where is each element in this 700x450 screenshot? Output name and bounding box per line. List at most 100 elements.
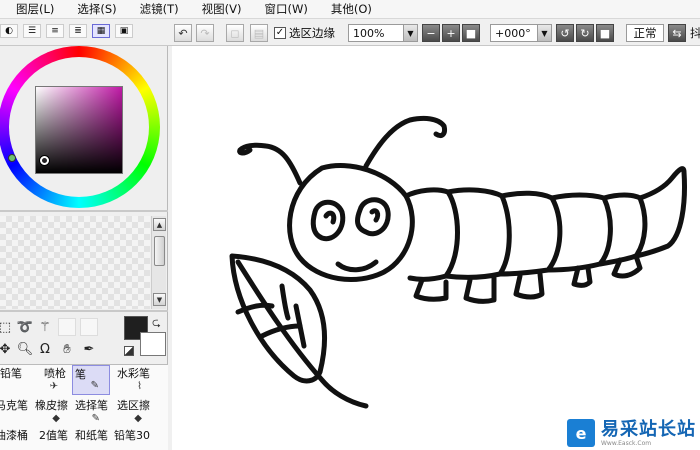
select-pen-icon: ✎ bbox=[91, 413, 100, 424]
right-antenna bbox=[363, 115, 447, 169]
menu-filter[interactable]: 滤镜(T) bbox=[140, 1, 179, 17]
leg bbox=[463, 275, 497, 304]
flip-horizontal-icon[interactable]: ⇆ bbox=[668, 24, 686, 42]
caterpillar-mouth bbox=[335, 259, 379, 273]
empty-tool-slot-icon bbox=[58, 318, 76, 336]
toolbar: ◐ ☰ ≡ ≣ ▦ ▣ ↶ ↷ ◻ ▤ ✓ 选区边缘 100% ▼ − + ■ … bbox=[0, 20, 700, 46]
chevron-down-icon[interactable]: ▼ bbox=[403, 25, 417, 41]
brush-watercolor[interactable]: 水彩笔 ⌇ bbox=[112, 365, 152, 395]
rotate-left-icon[interactable]: ↺ bbox=[556, 24, 574, 42]
hue-marker[interactable] bbox=[8, 154, 16, 162]
body-segment bbox=[403, 187, 460, 282]
scratchpad-mode-icon[interactable]: ▣ bbox=[115, 24, 133, 38]
rgb-sliders-mode-icon[interactable]: ☰ bbox=[23, 24, 41, 38]
reset-colors-icon[interactable] bbox=[124, 346, 134, 356]
color-wheel-mode-icon[interactable]: ◐ bbox=[0, 24, 18, 38]
blend-mode-dropdown[interactable]: 正常 bbox=[626, 24, 664, 42]
leaf-vein bbox=[279, 283, 291, 321]
brush-label: 铅笔 bbox=[0, 367, 22, 380]
leg bbox=[571, 265, 593, 288]
brush-label: 选区擦 bbox=[117, 399, 150, 412]
brush-select-pen[interactable]: 选择笔 ✎ bbox=[72, 397, 110, 427]
rotate-icon[interactable]: Ω bbox=[36, 340, 54, 358]
zoom-in-icon[interactable]: + bbox=[442, 24, 460, 42]
brush-select-eraser[interactable]: 选区擦 ◆ bbox=[112, 397, 152, 427]
scroll-thumb[interactable] bbox=[154, 236, 165, 266]
caterpillar-head bbox=[287, 163, 415, 282]
brush-label: 喷枪 bbox=[44, 367, 66, 380]
scroll-down-icon[interactable]: ▼ bbox=[153, 293, 166, 306]
eyedropper-icon[interactable]: ✒ bbox=[80, 340, 98, 358]
brush-airbrush[interactable]: 喷枪 ✈ bbox=[30, 365, 68, 395]
menu-other[interactable]: 其他(O) bbox=[331, 1, 372, 17]
caterpillar-drawing bbox=[229, 115, 687, 409]
watermark-title: 易采站长站 bbox=[601, 418, 696, 440]
brush-pen[interactable]: 笔 ✎ bbox=[72, 365, 110, 395]
watermark-subtitle: Www.Easck.Com bbox=[601, 439, 652, 447]
zoom-icon[interactable]: 🔍︎ bbox=[16, 340, 34, 358]
brush-bucket[interactable]: 油漆桶 bbox=[0, 427, 30, 450]
drawing-canvas[interactable] bbox=[172, 46, 700, 450]
brush-label: 2值笔 bbox=[39, 429, 68, 442]
color-sets-mode-icon[interactable]: ≣ bbox=[69, 24, 87, 38]
left-panel: ▲ ▼ ⬚ ➰ ⚚ ✥ 🔍︎ Ω ✋︎ ✒ ⮎ 铅笔 喷枪 ✈ 笔 ✎ 水彩笔 … bbox=[0, 46, 168, 450]
zoom-value: 100% bbox=[353, 26, 385, 40]
rotate-right-icon[interactable]: ↻ bbox=[576, 24, 594, 42]
background-color-swatch[interactable] bbox=[140, 332, 166, 356]
color-grid-mode-icon[interactable]: ▦ bbox=[92, 24, 110, 38]
airbrush-icon: ✈ bbox=[49, 381, 58, 392]
left-pupil bbox=[323, 210, 337, 225]
move-icon[interactable]: ✥ bbox=[0, 340, 14, 358]
menu-bar: 图层(L) 选择(S) 滤镜(T) 视图(V) 窗口(W) 其他(O) bbox=[0, 0, 700, 19]
menu-select[interactable]: 选择(S) bbox=[77, 1, 116, 17]
brush-pencil-30[interactable]: 铅笔30 bbox=[112, 427, 152, 450]
undo-icon[interactable]: ↶ bbox=[174, 24, 192, 42]
swatches-scrollbar[interactable]: ▲ ▼ bbox=[151, 216, 166, 309]
right-eye bbox=[355, 197, 391, 237]
selection-edge-checkbox[interactable]: ✓ bbox=[274, 27, 286, 39]
left-eye bbox=[310, 199, 346, 242]
zoom-dropdown[interactable]: 100% ▼ bbox=[348, 24, 418, 42]
menu-layer[interactable]: 图层(L) bbox=[16, 1, 54, 17]
magic-wand-icon[interactable]: ⚚ bbox=[36, 318, 54, 336]
stabilizer-label: 抖 bbox=[690, 26, 700, 40]
deselect-icon[interactable]: ◻ bbox=[226, 24, 244, 42]
blend-mode-value: 正常 bbox=[633, 26, 657, 40]
brush-label: 和纸笔 bbox=[75, 429, 108, 442]
brush-binary-pen[interactable]: 2值笔 bbox=[32, 427, 70, 450]
lasso-icon[interactable]: ➰ bbox=[16, 318, 34, 336]
brush-pencil[interactable]: 铅笔 bbox=[0, 365, 24, 395]
site-watermark: e 易采站长站 Www.Easck.Com bbox=[563, 416, 700, 450]
rotate-reset-icon[interactable]: ■ bbox=[596, 24, 614, 42]
brush-label: 马克笔 bbox=[0, 399, 28, 412]
brush-label: 水彩笔 bbox=[117, 367, 150, 380]
color-mode-selector: ◐ ☰ ≡ ≣ ▦ ▣ bbox=[0, 24, 138, 38]
menu-view[interactable]: 视图(V) bbox=[202, 1, 242, 17]
hand-icon[interactable]: ✋︎ bbox=[58, 340, 76, 358]
zoom-out-icon[interactable]: − bbox=[422, 24, 440, 42]
rotation-dropdown[interactable]: +000° ▼ bbox=[490, 24, 552, 42]
leg bbox=[413, 277, 449, 302]
hsv-sliders-mode-icon[interactable]: ≡ bbox=[46, 24, 64, 38]
watercolor-brush-icon: ⌇ bbox=[137, 381, 142, 392]
brush-washi[interactable]: 和纸笔 bbox=[72, 427, 110, 450]
menu-window[interactable]: 窗口(W) bbox=[265, 1, 308, 17]
selection-edge-toggle[interactable]: ✓ 选区边缘 bbox=[274, 24, 335, 42]
rect-select-icon[interactable]: ⬚ bbox=[0, 318, 14, 336]
chevron-down-icon[interactable]: ▼ bbox=[537, 25, 551, 41]
selection-edge-label: 选区边缘 bbox=[289, 26, 335, 40]
brush-label: 选择笔 bbox=[75, 399, 108, 412]
panel-divider[interactable] bbox=[0, 210, 168, 212]
scroll-up-icon[interactable]: ▲ bbox=[153, 218, 166, 231]
swap-colors-icon[interactable]: ⮎ bbox=[152, 314, 161, 333]
color-swatches-area[interactable] bbox=[0, 216, 150, 309]
zoom-reset-icon[interactable]: ■ bbox=[462, 24, 480, 42]
rotation-value: +000° bbox=[495, 26, 531, 40]
redo-icon[interactable]: ↷ bbox=[196, 24, 214, 42]
panel-divider[interactable] bbox=[0, 310, 168, 312]
brush-marker[interactable]: 马克笔 bbox=[0, 397, 30, 427]
color-picker-marker[interactable] bbox=[40, 156, 49, 165]
brush-eraser[interactable]: 橡皮擦 ◆ bbox=[32, 397, 70, 427]
brush-label: 橡皮擦 bbox=[35, 399, 68, 412]
invert-selection-icon[interactable]: ▤ bbox=[250, 24, 268, 42]
